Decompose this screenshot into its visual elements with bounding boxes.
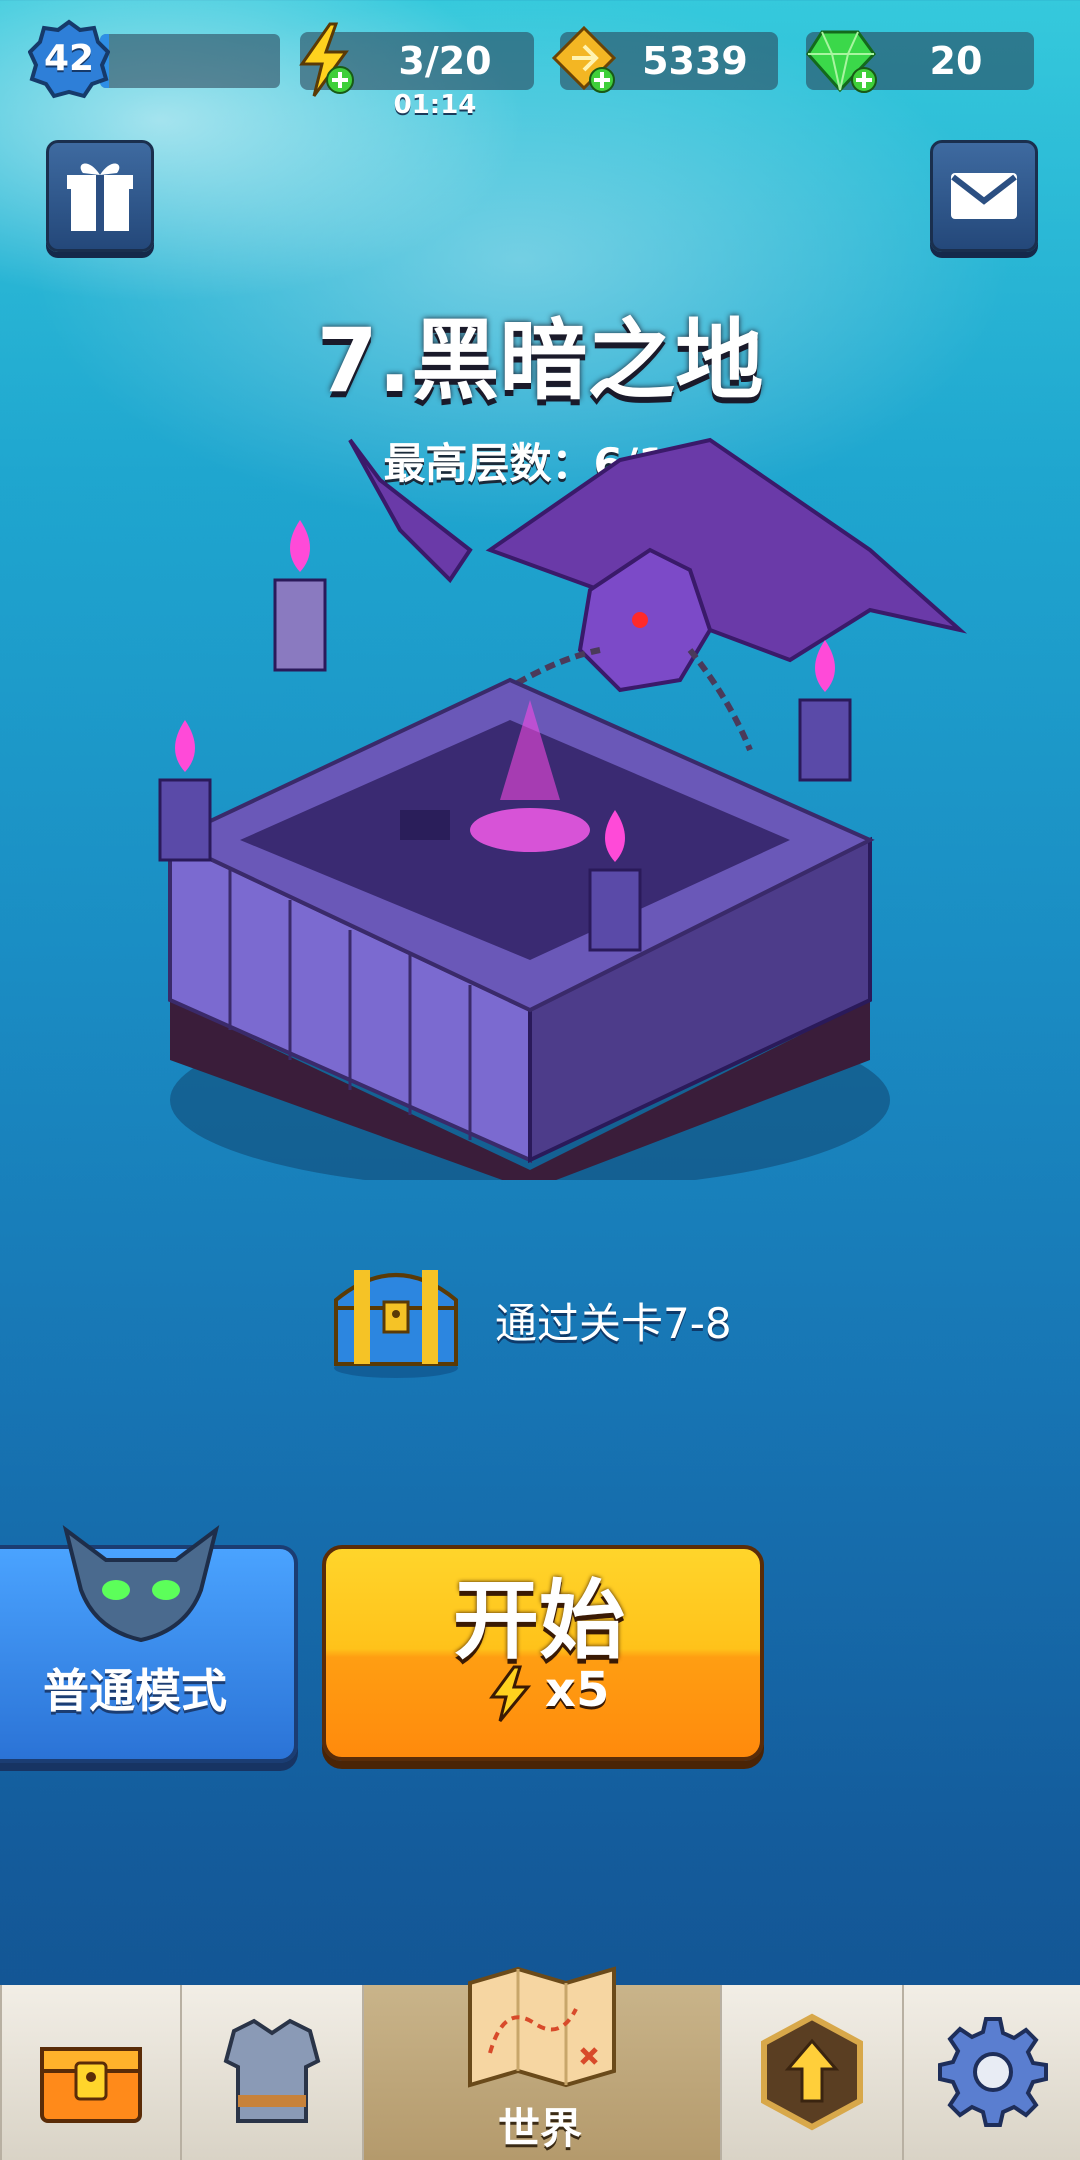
coin-icon[interactable] [548, 24, 622, 96]
nav-tab-world-label: 世界 [497, 2104, 582, 2153]
torch-back [273, 520, 327, 672]
gift-button[interactable] [46, 140, 154, 252]
dragon-eye [632, 612, 648, 628]
dark-castle-illustration[interactable] [150, 400, 980, 1180]
normal-mode-label: 普通模式 [43, 1664, 227, 1718]
dragon-wing-right [485, 437, 968, 663]
mail-icon [951, 173, 1017, 219]
armor-icon [223, 2018, 321, 2123]
energy-lightning-icon[interactable] [294, 22, 360, 98]
nav-tab-upgrade[interactable] [720, 1985, 902, 2160]
nav-tab-shop[interactable] [0, 1985, 180, 2160]
xp-bar [100, 34, 280, 88]
energy-cost-lightning-icon [489, 1665, 532, 1722]
start-label: 开始 [453, 1571, 625, 1671]
dragon-wing-left [348, 438, 473, 584]
nav-tab-settings[interactable] [902, 1985, 1080, 2160]
gear-icon [938, 2017, 1048, 2127]
gem-icon[interactable] [804, 24, 882, 96]
torch-left [158, 720, 212, 862]
reward-condition: 通过关卡7-8 [495, 1299, 732, 1348]
energy-value: 3/20 [398, 39, 492, 83]
stage-title: 7.黑暗之地 [316, 309, 764, 412]
coin-value: 5339 [642, 39, 748, 83]
upgrade-arrow-icon [761, 2013, 863, 2131]
energy-timer: 01:14 [393, 90, 477, 120]
start-energy-cost: x5 [545, 1662, 610, 1718]
player-level: 42 [43, 38, 95, 79]
nav-tab-equipment[interactable] [180, 1985, 362, 2160]
gem-value: 20 [929, 39, 983, 83]
demon-mask-icon [62, 1525, 220, 1643]
map-icon [468, 1966, 616, 2088]
treasure-chest-icon[interactable] [326, 1250, 466, 1380]
gift-icon [67, 163, 133, 231]
torch-right [798, 640, 852, 782]
treasure-chest-icon [40, 2047, 142, 2123]
mail-button[interactable] [930, 140, 1038, 252]
